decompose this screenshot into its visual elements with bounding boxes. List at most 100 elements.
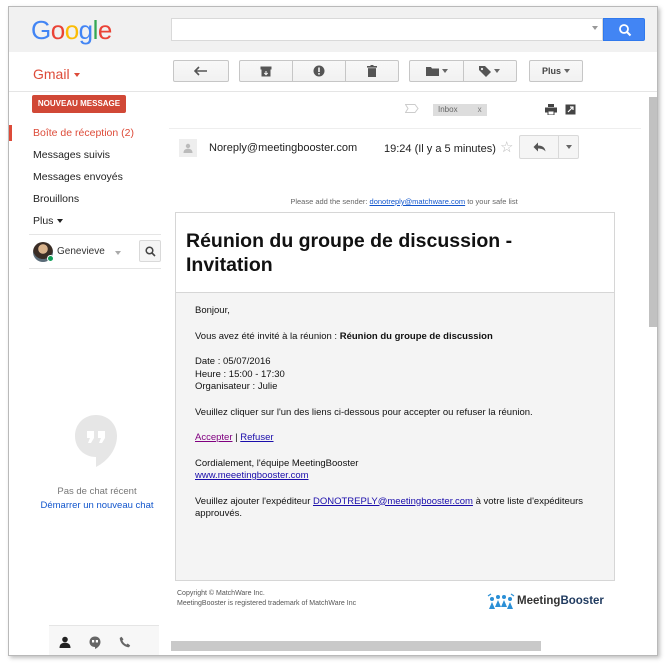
email-body-card: Réunion du groupe de discussion - Invita… xyxy=(175,212,615,581)
hangouts-icon xyxy=(73,413,119,469)
star-icon[interactable]: ☆ xyxy=(500,138,513,156)
report-spam-icon xyxy=(313,65,325,77)
meetingbooster-logo: MeetingBooster xyxy=(487,591,604,611)
divider xyxy=(29,234,161,235)
sidebar-item-label: Boîte de réception (2) xyxy=(33,127,134,139)
report-spam-button[interactable] xyxy=(293,61,344,81)
email-title: Réunion du groupe de discussion - Invita… xyxy=(176,213,614,293)
chat-user-row: Genevieve xyxy=(33,240,163,264)
chevron-down-icon xyxy=(494,69,501,73)
more-label: Plus xyxy=(541,66,561,76)
hangouts-tab[interactable] xyxy=(87,634,103,650)
sidebar-item-label: Messages envoyés xyxy=(33,171,123,183)
reply-button-group xyxy=(519,135,579,159)
meetingbooster-people-icon xyxy=(487,593,515,609)
open-in-new-window-icon[interactable] xyxy=(565,104,576,115)
inbox-label-tag: Inbox x xyxy=(433,104,487,116)
sidebar-item-inbox[interactable]: Boîte de réception (2) xyxy=(9,122,169,144)
sidebar-nav: Boîte de réception (2) Messages suivis M… xyxy=(9,122,169,232)
print-icon[interactable] xyxy=(545,104,557,115)
safelist-email-link[interactable]: donotreply@matchware.com xyxy=(370,197,466,206)
top-header: Google xyxy=(9,7,657,52)
invitation-line: Vous avez été invité à la réunion : Réun… xyxy=(195,331,605,344)
reply-icon xyxy=(533,142,546,152)
sidebar-item-starred[interactable]: Messages suivis xyxy=(9,144,169,166)
meeting-date: Date : 05/07/2016 xyxy=(195,356,271,367)
contacts-tab[interactable] xyxy=(57,634,73,650)
chevron-down-icon xyxy=(441,69,448,73)
meeting-details: Date : 05/07/2016 Heure : 15:00 - 17:30 … xyxy=(195,356,605,394)
response-links: Accepter | Refuser xyxy=(195,432,605,445)
archive-icon xyxy=(260,66,272,76)
chevron-down-icon xyxy=(564,69,570,73)
sender-email[interactable]: Noreply@meetingbooster.com xyxy=(209,142,357,154)
user-name[interactable]: Genevieve xyxy=(57,246,105,257)
gmail-menu[interactable]: Gmail xyxy=(33,66,80,82)
sidebar-item-label: Plus xyxy=(33,215,54,227)
logo-letter: G xyxy=(31,15,51,45)
safelist-suffix: to your safe list xyxy=(467,197,518,206)
person-icon xyxy=(183,143,193,153)
signature-text: Cordialement, l'équipe MeetingBooster xyxy=(195,457,359,469)
more-button[interactable]: Plus xyxy=(529,60,583,82)
trademark-text: MeetingBooster is registered trademark o… xyxy=(177,600,357,607)
logo-letter: g xyxy=(78,15,93,45)
chevron-down-icon xyxy=(73,73,80,78)
back-to-inbox-button[interactable] xyxy=(173,60,229,82)
meeting-organizer: Organisateur : Julie xyxy=(195,381,278,392)
search-button[interactable] xyxy=(603,18,645,41)
compose-button[interactable]: NOUVEAU MESSAGE xyxy=(32,95,126,113)
sidebar-item-label: Messages suivis xyxy=(33,149,111,161)
meetingbooster-wordmark: MeetingBooster xyxy=(517,595,604,607)
email-body: Bonjour, Vous avez été invité à la réuni… xyxy=(195,305,605,534)
person-icon xyxy=(59,636,71,648)
safelist-notice: Please add the sender: donotreply@matchw… xyxy=(184,197,624,206)
logo-letter: o xyxy=(64,15,79,45)
folder-icon xyxy=(425,67,439,76)
no-recent-chat-text: Pas de chat récent xyxy=(57,486,137,497)
google-logo[interactable]: Google xyxy=(31,15,112,46)
chevron-down-icon[interactable] xyxy=(115,251,121,255)
move-label-group xyxy=(409,60,517,82)
vertical-scrollbar[interactable] xyxy=(649,97,657,327)
chevron-down-icon xyxy=(565,145,572,149)
phone-tab[interactable] xyxy=(117,634,133,650)
mail-toolbar: Gmail Plus xyxy=(9,52,657,92)
trash-icon xyxy=(366,65,377,77)
sender-email-link[interactable]: DONOTREPLY@meetingbooster.com xyxy=(313,496,473,507)
sidebar-item-more[interactable]: Plus xyxy=(9,210,169,232)
message-time: 19:24 (Il y a 5 minutes) xyxy=(384,143,496,155)
instruction-text: Veuillez cliquer sur l'un des liens ci-d… xyxy=(195,406,533,418)
meeting-time: Heure : 15:00 - 17:30 xyxy=(195,368,285,380)
search-options-caret-icon[interactable] xyxy=(592,26,598,30)
chat-search-button[interactable] xyxy=(139,240,161,262)
accept-link[interactable]: Accepter xyxy=(195,432,233,443)
email-footer: Copyright © MatchWare Inc. MeetingBooste… xyxy=(177,589,356,609)
sidebar-item-sent[interactable]: Messages envoyés xyxy=(9,166,169,188)
message-labels-row: Inbox x xyxy=(169,102,649,122)
sidebar-item-drafts[interactable]: Brouillons xyxy=(9,188,169,210)
move-to-button[interactable] xyxy=(410,61,463,81)
more-reply-options-button[interactable] xyxy=(559,136,578,158)
search-input[interactable] xyxy=(171,18,603,41)
horizontal-scrollbar[interactable] xyxy=(171,641,541,651)
website-link[interactable]: www.meeetingbooster.com xyxy=(195,470,309,481)
label-tag-text: Inbox xyxy=(438,105,458,114)
logo-letter: e xyxy=(97,15,112,45)
meeting-name: Réunion du groupe de discussion xyxy=(339,330,493,342)
search-icon xyxy=(144,245,156,257)
reply-button[interactable] xyxy=(520,136,560,158)
start-new-chat-link[interactable]: Démarrer un nouveau chat xyxy=(9,500,185,511)
browser-window: Google Gmail Plus NOUVEAU MESSAGE Boîte … xyxy=(8,6,658,656)
refuse-link[interactable]: Refuser xyxy=(240,432,273,443)
signature-block: Cordialement, l'équipe MeetingBooster ww… xyxy=(195,458,605,483)
delete-button[interactable] xyxy=(346,61,398,81)
logo-letter: o xyxy=(50,15,65,45)
labels-button[interactable] xyxy=(464,61,516,81)
archive-button[interactable] xyxy=(240,61,292,81)
message-header: Noreply@meetingbooster.com 19:24 (Il y a… xyxy=(169,128,641,168)
add-sender-prefix: Veuillez ajouter l'expéditeur xyxy=(195,495,313,507)
remove-label-icon[interactable]: x xyxy=(478,105,482,114)
importance-marker-icon[interactable] xyxy=(405,104,419,113)
action-button-group xyxy=(239,60,399,82)
